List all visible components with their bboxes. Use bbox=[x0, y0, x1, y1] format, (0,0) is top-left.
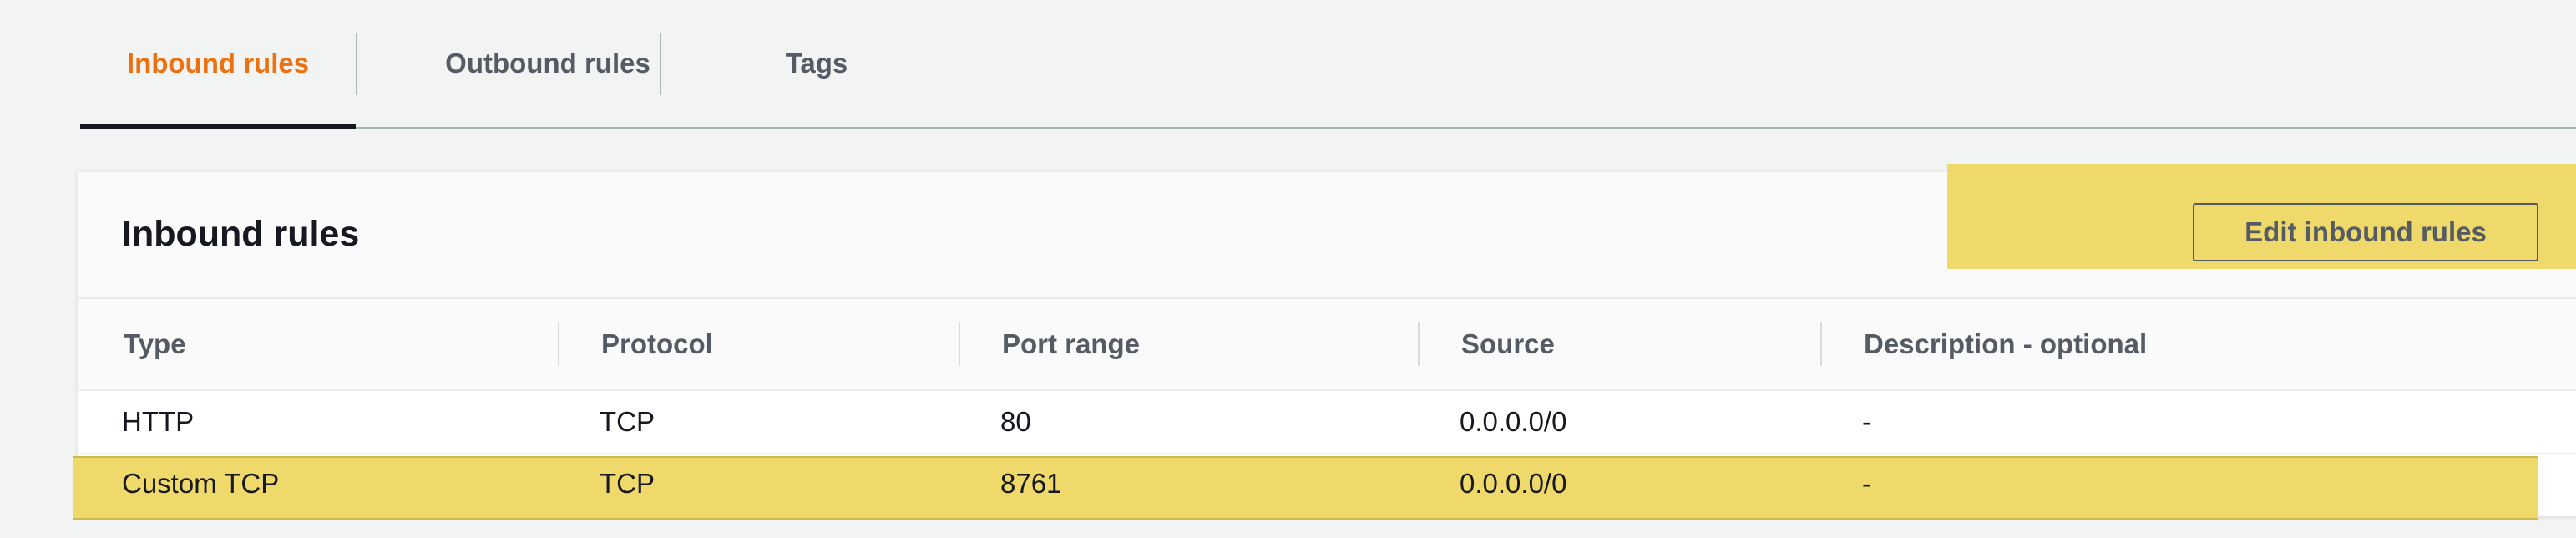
cell-port-range: 8761 bbox=[1000, 468, 1062, 499]
tab-label: Outbound rules bbox=[445, 48, 650, 79]
table-row: HTTP TCP 80 0.0.0.0/0 - bbox=[78, 391, 2576, 454]
column-resizer[interactable] bbox=[1820, 322, 1822, 366]
table-header: Type Protocol Port range Source Descript… bbox=[78, 299, 2576, 391]
cell-protocol: TCP bbox=[600, 406, 655, 437]
tab-divider bbox=[660, 33, 661, 95]
cell-source: 0.0.0.0/0 bbox=[1460, 406, 1567, 437]
cell-description: - bbox=[1862, 468, 1871, 499]
cell-source: 0.0.0.0/0 bbox=[1460, 468, 1567, 499]
tab-label: Tags bbox=[785, 48, 848, 79]
active-tab-indicator bbox=[80, 124, 356, 129]
cell-description: - bbox=[1862, 406, 1871, 437]
column-header-port-range[interactable]: Port range bbox=[1002, 299, 1140, 389]
cell-protocol: TCP bbox=[600, 468, 655, 499]
cell-port-range: 80 bbox=[1000, 406, 1031, 437]
cell-type: Custom TCP bbox=[122, 468, 280, 499]
tab-outbound-rules[interactable]: Outbound rules bbox=[357, 0, 738, 127]
edit-inbound-rules-button[interactable]: Edit inbound rules bbox=[2193, 203, 2538, 261]
panel-title: Inbound rules bbox=[122, 214, 360, 254]
column-header-description[interactable]: Description - optional bbox=[1864, 299, 2147, 389]
column-header-type[interactable]: Type bbox=[124, 299, 186, 389]
column-header-source[interactable]: Source bbox=[1461, 299, 1555, 389]
tab-inbound-rules[interactable]: Inbound rules bbox=[80, 0, 356, 127]
tab-tags[interactable]: Tags bbox=[706, 0, 927, 127]
cell-type: HTTP bbox=[122, 406, 195, 437]
tab-bar: Inbound rules Outbound rules Tags bbox=[80, 0, 2576, 129]
column-resizer[interactable] bbox=[1418, 322, 1420, 366]
table-row: Custom TCP TCP 8761 0.0.0.0/0 - bbox=[77, 451, 2540, 516]
column-header-protocol[interactable]: Protocol bbox=[601, 299, 713, 389]
column-resizer[interactable] bbox=[558, 322, 559, 366]
tab-label: Inbound rules bbox=[126, 48, 310, 79]
column-resizer[interactable] bbox=[959, 322, 960, 366]
